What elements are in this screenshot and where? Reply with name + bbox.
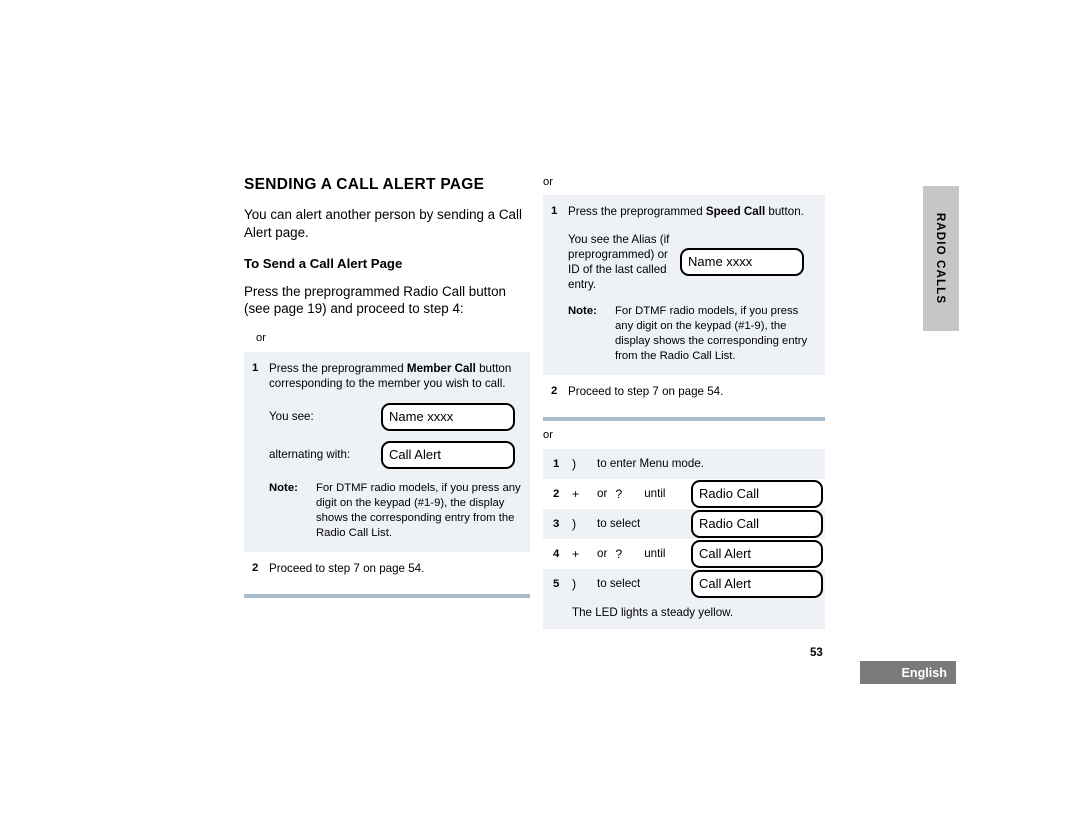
menu-step-row: 3 ) to select Radio Call	[543, 508, 825, 539]
note-text: For DTMF radio models, if you press any …	[316, 482, 521, 540]
step-number: 1	[553, 457, 560, 470]
right-column: or 1 Press the preprogrammed Speed Call …	[543, 176, 825, 629]
right-note: Note: For DTMF radio models, if you pres…	[568, 304, 817, 364]
step-text: to enter Menu mode.	[597, 457, 825, 470]
step-text: or ? until	[597, 547, 691, 561]
language-badge: English	[860, 661, 956, 684]
lcd-display-call-alert: Call Alert	[691, 539, 823, 568]
or-word: or	[597, 487, 608, 501]
lcd-cell: Call Alert	[691, 539, 825, 568]
step-text: to select	[597, 577, 691, 590]
menu-key-icon: )	[572, 456, 577, 471]
led-status-text: The LED lights a steady yellow.	[572, 606, 734, 620]
step-text-before: Press the preprogrammed	[568, 205, 706, 219]
step-number: 2	[553, 487, 560, 500]
down-arrow-key-icon: ?	[615, 486, 623, 501]
lcd-display-radio-call: Radio Call	[691, 509, 823, 538]
left-procedure-panel: 1 Press the preprogrammed Member Call bu…	[244, 351, 530, 553]
lcd-display-alias: Name xxxx	[680, 247, 804, 276]
menu-step-row: 5 ) to select Call Alert	[543, 568, 825, 599]
step-instruction: to select	[597, 517, 641, 531]
or-separator-left: or	[256, 332, 266, 345]
left-step-2: 2 Proceed to step 7 on page 54.	[252, 561, 522, 576]
lcd-display-call-alert: Call Alert	[691, 569, 823, 598]
step-instruction: to select	[597, 577, 641, 591]
lcd-display-call-alert: Call Alert	[381, 441, 515, 470]
up-arrow-key-icon: +	[572, 486, 580, 501]
you-see-row: You see: Name xxxx	[269, 403, 522, 432]
menu-key-icon: )	[572, 576, 577, 591]
lcd-display-radio-call: Radio Call	[691, 479, 823, 508]
step-text: Proceed to step 7 on page 54.	[568, 384, 724, 398]
right-step-1: 1 Press the preprogrammed Speed Call but…	[551, 204, 817, 219]
step-number: 3	[553, 517, 560, 530]
alternating-row: alternating with: Call Alert	[269, 441, 522, 470]
menu-step-row: 2 + or ? until Radio Call	[543, 478, 825, 509]
lead-paragraph: Press the preprogrammed Radio Call butto…	[244, 283, 506, 317]
note-term: Note:	[568, 304, 597, 317]
step-text: Press the preprogrammed Speed Call butto…	[568, 204, 817, 219]
step-text: Proceed to step 7 on page 54.	[269, 562, 425, 576]
lcd-cell: Radio Call	[691, 509, 825, 538]
left-step-1: 1 Press the preprogrammed Member Call bu…	[252, 361, 522, 391]
section-divider-left	[244, 594, 530, 599]
menu-steps-table: 1 ) to enter Menu mode. 2 + or ? until R…	[543, 448, 825, 629]
led-status-row: The LED lights a steady yellow.	[543, 598, 825, 629]
note-term: Note:	[269, 482, 298, 495]
or-separator-right-top: or	[543, 176, 553, 188]
up-arrow-key-icon: +	[572, 546, 580, 561]
or-separator-right-bottom: or	[543, 429, 553, 442]
alias-row: You see the Alias (if preprogrammed) or …	[568, 232, 817, 292]
down-arrow-key-icon: ?	[615, 546, 623, 561]
language-badge-label: English	[901, 665, 947, 680]
lcd-cell: Call Alert	[691, 569, 825, 598]
or-word: or	[597, 547, 608, 561]
step-text-after: button.	[765, 205, 804, 219]
page-number: 53	[810, 647, 823, 659]
step-number: 1	[252, 361, 259, 374]
alternating-label: alternating with:	[269, 448, 351, 462]
menu-step-row: 4 + or ? until Call Alert	[543, 538, 825, 569]
until-word: until	[644, 487, 666, 501]
section-subheading: To Send a Call Alert Page	[244, 255, 403, 271]
chapter-thumb-tab: RADIO CALLS	[923, 186, 959, 331]
left-step-2-row: 2 Proceed to step 7 on page 54.	[244, 552, 530, 588]
right-procedure-panel: 1 Press the preprogrammed Speed Call but…	[543, 195, 825, 375]
right-step-2-row: 2 Proceed to step 7 on page 54.	[543, 374, 825, 411]
step-number: 4	[553, 547, 560, 560]
menu-key-icon: )	[572, 516, 577, 531]
step-number: 2	[252, 562, 259, 575]
step-text: to select	[597, 517, 691, 530]
note-text: For DTMF radio models, if you press any …	[615, 304, 808, 362]
you-see-label: You see:	[269, 410, 314, 424]
left-column: SENDING A CALL ALERT PAGE You can alert …	[244, 176, 530, 599]
chapter-thumb-tab-label: RADIO CALLS	[934, 212, 948, 305]
step-text-before: Press the preprogrammed	[269, 361, 407, 375]
intro-paragraph: You can alert another person by sending …	[244, 207, 522, 240]
lcd-cell: Radio Call	[691, 479, 825, 508]
alias-label: You see the Alias (if preprogrammed) or …	[568, 232, 670, 291]
left-note: Note: For DTMF radio models, if you pres…	[269, 481, 522, 541]
step-text-bold: Speed Call	[705, 205, 766, 219]
step-number: 2	[551, 384, 558, 397]
step-number: 1	[551, 205, 558, 218]
step-text-bold: Member Call	[406, 361, 476, 375]
manual-page: SENDING A CALL ALERT PAGE You can alert …	[0, 0, 1080, 834]
step-text: Press the preprogrammed Member Call butt…	[269, 361, 522, 391]
step-text: or ? until	[597, 487, 691, 501]
step-number: 5	[553, 577, 560, 590]
until-word: until	[644, 547, 666, 561]
menu-step-row: 1 ) to enter Menu mode.	[543, 448, 825, 479]
lcd-display-name: Name xxxx	[381, 403, 515, 432]
step-instruction: to enter Menu mode.	[597, 457, 704, 471]
right-step-2: 2 Proceed to step 7 on page 54.	[551, 384, 817, 399]
page-title: SENDING A CALL ALERT PAGE	[244, 176, 485, 193]
